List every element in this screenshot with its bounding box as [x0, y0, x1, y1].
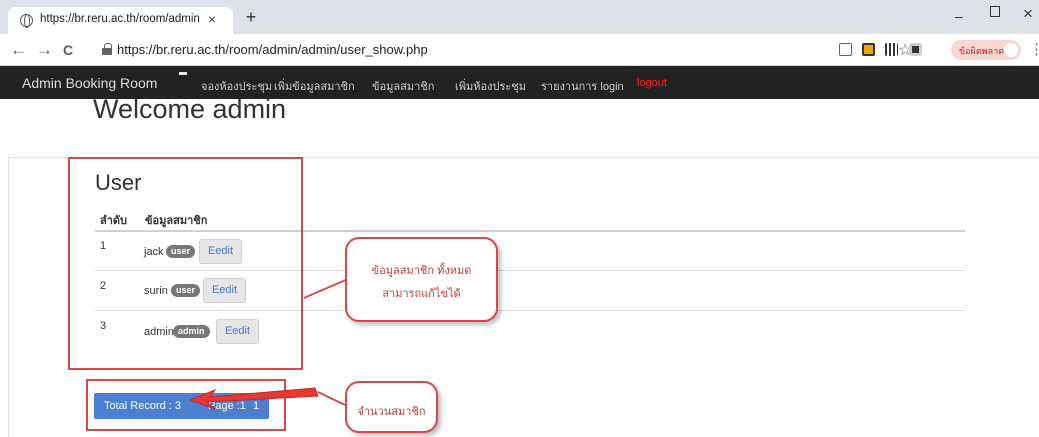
callout-line: จำนวนสมาชิก: [357, 406, 426, 418]
callout-connector: [317, 391, 346, 406]
annotation-arrows: [188, 274, 358, 410]
annotation-callout-count: จำนวนสมาชิก: [345, 381, 438, 433]
red-arrow-icon: [188, 387, 319, 410]
annotation-callout-members: ข้อมูลสมาชิก ทั้งหมด สามารถแก้ไขได้: [345, 237, 498, 322]
callout-line: ข้อมูลสมาชิก ทั้งหมด: [371, 265, 472, 277]
callout-line: สามารถแก้ไขได้: [382, 288, 461, 300]
